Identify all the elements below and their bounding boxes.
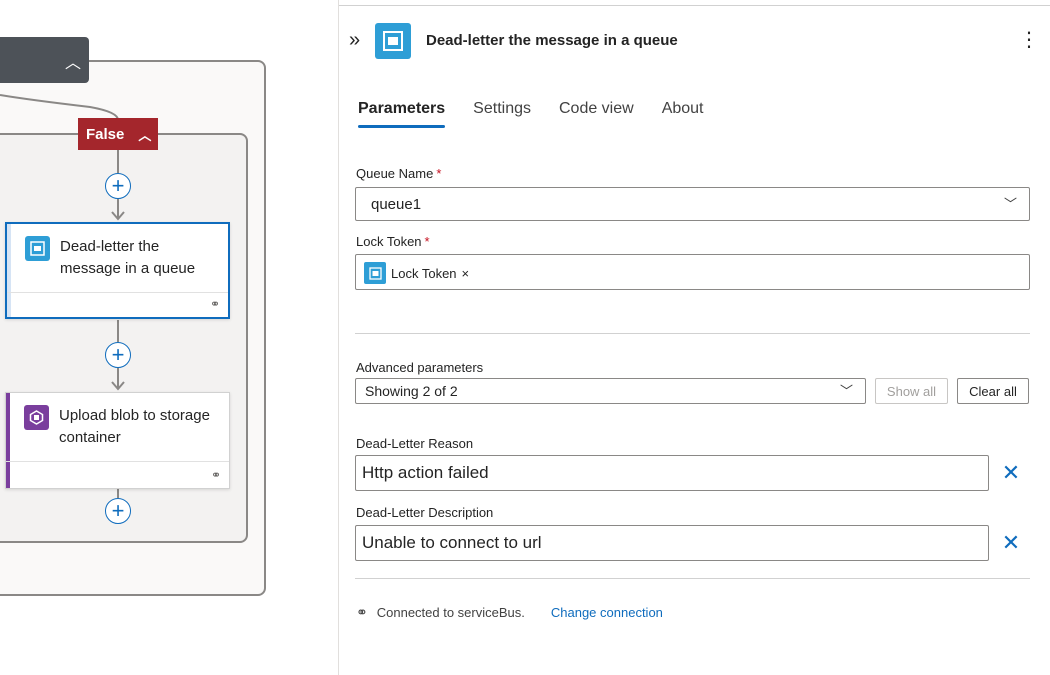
card-accent-bar <box>6 393 10 488</box>
remove-parameter-icon[interactable]: ✕ <box>999 460 1023 485</box>
dead-letter-description-label: Dead-Letter Description <box>356 505 494 520</box>
card-accent-bar <box>7 224 11 317</box>
collapse-panel-icon[interactable]: » <box>349 29 360 52</box>
more-options-icon[interactable]: ⋮ <box>1019 30 1039 50</box>
connection-row: ⚭ Connected to serviceBus. Change connec… <box>356 604 663 621</box>
action-details-panel: » Dead-letter the message in a queue ⋮ P… <box>338 0 1050 675</box>
insert-step-button[interactable]: + <box>105 173 131 199</box>
action-card-dead-letter[interactable]: Dead-letter the message in a queue ⚭ <box>5 222 230 319</box>
workflow-canvas[interactable]: ︿ False ︿ + Dead-letter the message in a… <box>0 0 340 675</box>
advanced-parameters-value: Showing 2 of 2 <box>365 383 458 399</box>
action-title: Dead-letter the message in a queue <box>60 238 196 277</box>
tab-about[interactable]: About <box>662 100 704 128</box>
change-connection-link[interactable]: Change connection <box>551 605 663 620</box>
storage-blob-icon <box>24 405 49 430</box>
dead-letter-reason-label: Dead-Letter Reason <box>356 436 474 451</box>
false-branch-badge[interactable]: False ︿ <box>78 118 158 150</box>
clear-all-button[interactable]: Clear all <box>957 378 1029 404</box>
section-divider <box>355 578 1030 579</box>
service-bus-queue-icon <box>375 23 411 59</box>
action-title: Upload blob to storage container <box>59 407 210 446</box>
chevron-up-icon[interactable]: ︿ <box>138 125 151 144</box>
remove-token-icon[interactable]: × <box>462 266 470 281</box>
required-mark: * <box>424 234 430 249</box>
panel-tabs: Parameters Settings Code view About <box>358 100 732 128</box>
tab-parameters[interactable]: Parameters <box>358 100 446 128</box>
panel-title: Dead-letter the message in a queue <box>426 32 678 49</box>
service-bus-queue-icon <box>364 262 386 284</box>
show-all-button[interactable]: Show all <box>875 378 948 404</box>
connection-status: Connected to serviceBus. <box>376 605 525 620</box>
required-mark: * <box>436 166 442 181</box>
dead-letter-description-value: Unable to connect to url <box>362 533 542 552</box>
service-bus-queue-icon <box>25 236 50 261</box>
queue-name-label: Queue Name * <box>356 166 441 181</box>
dead-letter-description-input[interactable]: Unable to connect to url <box>355 525 989 561</box>
dead-letter-reason-value: Http action failed <box>362 463 489 482</box>
queue-name-label-text: Queue Name <box>356 166 434 181</box>
lock-token-input[interactable]: Lock Token × <box>355 254 1030 290</box>
panel-top-border <box>339 5 1050 6</box>
lock-token-chip-label: Lock Token <box>391 265 457 281</box>
card-divider <box>7 292 228 293</box>
branch-edges <box>111 150 125 498</box>
insert-step-button[interactable]: + <box>105 342 131 368</box>
card-divider <box>6 461 229 462</box>
connection-link-icon: ⚭ <box>209 297 220 311</box>
remove-parameter-icon[interactable]: ✕ <box>999 530 1023 555</box>
chevron-down-icon: ﹀ <box>1003 196 1017 212</box>
dead-letter-reason-input[interactable]: Http action failed <box>355 455 989 491</box>
action-card-upload-blob[interactable]: Upload blob to storage container ⚭ <box>5 392 230 489</box>
connection-link-icon: ⚭ <box>356 604 368 620</box>
tab-code-view[interactable]: Code view <box>559 100 634 128</box>
lock-token-label: Lock Token * <box>356 234 430 249</box>
false-branch-label: False <box>86 125 125 143</box>
queue-name-select[interactable]: queue1 ﹀ <box>355 187 1030 221</box>
advanced-parameters-label: Advanced parameters <box>356 360 484 375</box>
tab-settings[interactable]: Settings <box>473 100 531 128</box>
advanced-parameters-select[interactable]: Showing 2 of 2 ﹀ <box>355 378 866 404</box>
insert-step-button[interactable]: + <box>105 498 131 524</box>
section-divider <box>355 333 1030 334</box>
lock-token-label-text: Lock Token <box>356 234 422 249</box>
chevron-down-icon: ﹀ <box>839 383 853 399</box>
queue-name-value: queue1 <box>371 195 422 213</box>
connection-link-icon: ⚭ <box>210 468 221 482</box>
lock-token-chip[interactable]: Lock Token × <box>364 262 469 284</box>
